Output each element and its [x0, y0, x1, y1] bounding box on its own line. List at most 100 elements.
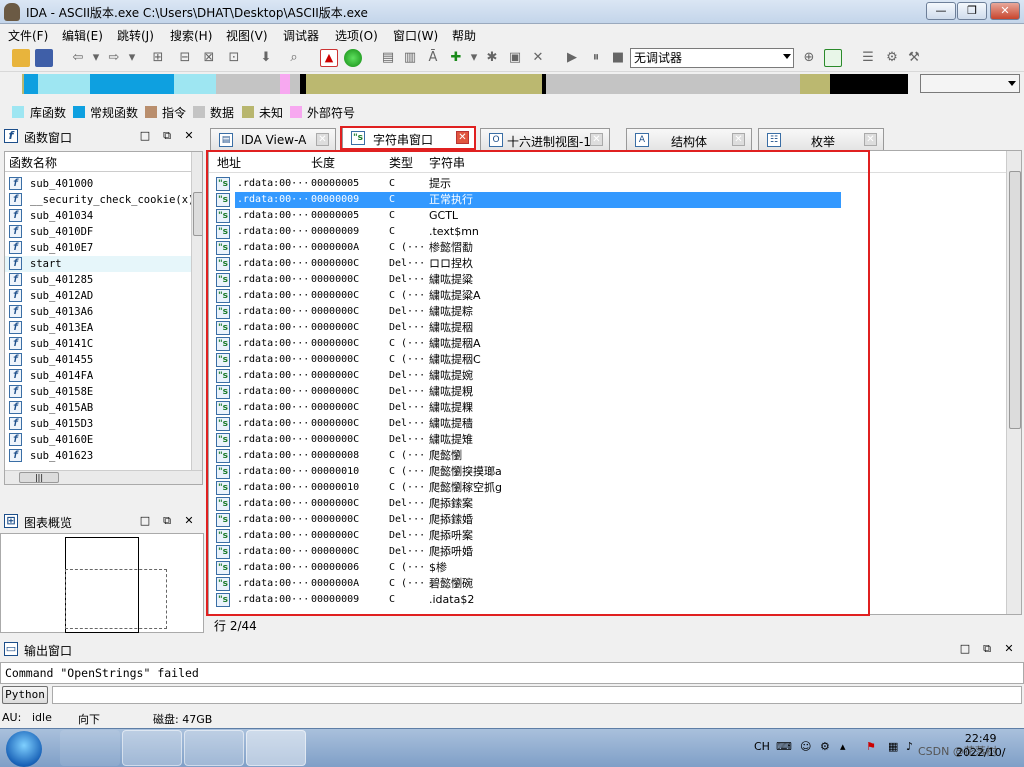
string-icon[interactable]: Ā — [425, 50, 441, 66]
stop-icon[interactable]: ■ — [610, 50, 626, 66]
explorer-icon[interactable] — [122, 730, 182, 766]
panel-close-icon[interactable]: ✕ — [182, 129, 196, 143]
immediate-search-icon[interactable]: ⊠ — [201, 50, 217, 66]
function-list-item[interactable]: f sub_4015AB — [5, 400, 191, 416]
settings-icon[interactable]: ⚒ — [906, 50, 922, 66]
start-button[interactable] — [6, 731, 42, 767]
string-row[interactable]: "s .rdata:00··· 00000010 C (··· 爬懿懰稼空抓g — [213, 480, 1003, 496]
action-center-icon[interactable]: ⚑ — [866, 740, 876, 753]
string-row[interactable]: "s .rdata:00··· 0000000C Del··· 繍吰提粯 — [213, 384, 1003, 400]
close-button[interactable]: ✕ — [990, 2, 1020, 20]
column-address[interactable]: 地址 — [217, 154, 241, 171]
open-icon[interactable] — [12, 49, 30, 67]
function-list-item[interactable]: f sub_4014FA — [5, 368, 191, 384]
run-green-icon[interactable] — [344, 49, 362, 67]
function-list-item[interactable]: f sub_401623 — [5, 448, 191, 464]
language-indicator[interactable]: CH — [754, 740, 770, 753]
string-row[interactable]: "s .rdata:00··· 0000000C Del··· 繍吰提婉 — [213, 368, 1003, 384]
forward-icon[interactable]: ⇨ — [106, 50, 122, 66]
data-icon[interactable]: ▥ — [402, 50, 418, 66]
strings-vertical-scrollbar[interactable] — [1006, 151, 1021, 614]
column-string[interactable]: 字符串 — [429, 154, 465, 171]
menu-window[interactable]: 窗口(W) — [393, 27, 438, 44]
function-list-item[interactable]: f sub_40160E — [5, 432, 191, 448]
function-list-item[interactable]: f sub_40141C — [5, 336, 191, 352]
tab-structures[interactable]: A 结构体 ✕ — [626, 128, 752, 150]
functions-list[interactable]: 函数名称 f sub_401000 f __security_check_cookie… — [4, 151, 203, 485]
strings-table[interactable]: 地址 长度 类型 字符串 "s .rdata:00··· 00000005 C 提示 "s… — [208, 150, 1022, 615]
navigation-band[interactable] — [14, 74, 908, 94]
menu-view[interactable]: 视图(V) — [226, 27, 268, 44]
tab-close-icon[interactable]: ✕ — [590, 133, 603, 146]
list-icon[interactable]: ☰ — [860, 50, 876, 66]
function-list-item[interactable]: f sub_401455 — [5, 352, 191, 368]
tab-close-icon[interactable]: ✕ — [316, 133, 329, 146]
tab-close-icon[interactable]: ✕ — [456, 131, 469, 144]
function-list-item[interactable]: f sub_40158E — [5, 384, 191, 400]
minimize-button[interactable]: — — [926, 2, 956, 20]
panel-close-icon[interactable]: ✕ — [182, 514, 196, 528]
menu-jump[interactable]: 跳转(J) — [117, 27, 154, 44]
tab-close-icon[interactable]: ✕ — [864, 133, 877, 146]
function-list-item[interactable]: f sub_401000 — [5, 176, 191, 192]
function-list-item[interactable]: f sub_4010E7 — [5, 240, 191, 256]
volume-icon[interactable]: ♪ — [906, 740, 913, 753]
panel-close-icon[interactable]: ✕ — [1002, 642, 1016, 656]
graph-overview-canvas[interactable] — [0, 533, 204, 633]
media-player-icon[interactable] — [184, 730, 244, 766]
string-row[interactable]: "s .rdata:00··· 0000000C Del··· ロロ捏杦 — [213, 256, 1003, 272]
settings-tray-icon[interactable]: ⚙ — [820, 740, 830, 753]
delete-icon[interactable]: ✕ — [530, 50, 546, 66]
save-icon[interactable] — [35, 49, 53, 67]
tab-close-icon[interactable]: ✕ — [732, 133, 745, 146]
hide-icon[interactable]: ▣ — [507, 50, 523, 66]
column-type[interactable]: 类型 — [389, 154, 413, 171]
functions-column-header[interactable]: 函数名称 — [5, 152, 191, 172]
restore-button[interactable]: ❐ — [957, 2, 987, 20]
segment-select[interactable] — [920, 74, 1020, 93]
scroll-thumb[interactable]: ||| — [19, 472, 59, 483]
string-row[interactable]: "s .rdata:00··· 0000000C Del··· 繍吰提雉 — [213, 432, 1003, 448]
ie-icon[interactable] — [60, 730, 120, 766]
panel-float-icon[interactable]: ⧉ — [160, 129, 174, 143]
binary-search-icon[interactable]: ⊞ — [150, 50, 166, 66]
string-row[interactable]: "s .rdata:00··· 00000009 C 正常执行 — [213, 192, 1003, 208]
string-row[interactable]: "s .rdata:00··· 00000006 C (··· $椮 — [213, 560, 1003, 576]
text-search-icon[interactable]: ⊟ — [177, 50, 193, 66]
plugin-icon[interactable]: ⚙ — [884, 50, 900, 66]
string-row[interactable]: "s .rdata:00··· 00000008 C (··· 爬懿懰 — [213, 448, 1003, 464]
string-row[interactable]: "s .rdata:00··· 00000005 C 提示 — [213, 176, 1003, 192]
ida-app-icon[interactable] — [4, 3, 20, 21]
function-list-item[interactable]: f sub_401034 — [5, 208, 191, 224]
string-row[interactable]: "s .rdata:00··· 0000000C Del··· 繍吰提粽 — [213, 304, 1003, 320]
menu-options[interactable]: 选项(O) — [335, 27, 378, 44]
menu-file[interactable]: 文件(F) — [8, 27, 48, 44]
tab-ida-view[interactable]: ▤ IDA View-A ✕ — [210, 128, 336, 150]
back-icon[interactable]: ⇦ — [70, 50, 86, 66]
string-row[interactable]: "s .rdata:00··· 0000000C C (··· 繍吰提秵A — [213, 336, 1003, 352]
function-list-item[interactable]: f sub_4013EA — [5, 320, 191, 336]
string-row[interactable]: "s .rdata:00··· 0000000C Del··· 繍吰提穑 — [213, 416, 1003, 432]
jump-down-icon[interactable]: ⬇ — [258, 50, 274, 66]
tray-expand-icon[interactable]: ▴ — [840, 740, 846, 753]
function-list-item[interactable]: f sub_4015D3 — [5, 416, 191, 432]
graph-viewport[interactable] — [65, 569, 167, 629]
string-row[interactable]: "s .rdata:00··· 0000000C Del··· 爬掭鎍婚 — [213, 512, 1003, 528]
debugger-select[interactable]: 无调试器 — [630, 48, 794, 68]
string-row[interactable]: "s .rdata:00··· 0000000C C (··· 繍吰提秵C — [213, 352, 1003, 368]
menu-edit[interactable]: 编辑(E) — [62, 27, 103, 44]
debug-graph-icon[interactable] — [824, 49, 842, 67]
ime-icon[interactable]: ☺ — [800, 740, 811, 753]
tab-hex-view[interactable]: O 十六进制视图-1 ✕ — [480, 128, 610, 150]
string-row[interactable]: "s .rdata:00··· 00000010 C (··· 爬懿懰揬摸瑯a — [213, 464, 1003, 480]
back-dropdown-icon[interactable]: ▾ — [88, 50, 104, 66]
play-icon[interactable]: ▶ — [564, 50, 580, 66]
panel-float-icon[interactable]: ⧉ — [980, 642, 994, 656]
string-row[interactable]: "s .rdata:00··· 0000000A C (··· 椮懿慴勫 — [213, 240, 1003, 256]
function-list-item[interactable]: f sub_4010DF — [5, 224, 191, 240]
menu-help[interactable]: 帮助 — [452, 27, 476, 44]
tab-enums[interactable]: ☷ 枚举 ✕ — [758, 128, 884, 150]
function-list-item[interactable]: f start — [5, 256, 191, 272]
string-row[interactable]: "s .rdata:00··· 0000000C C (··· 繍吰提粱A — [213, 288, 1003, 304]
warning-icon[interactable]: ▲ — [320, 49, 338, 67]
